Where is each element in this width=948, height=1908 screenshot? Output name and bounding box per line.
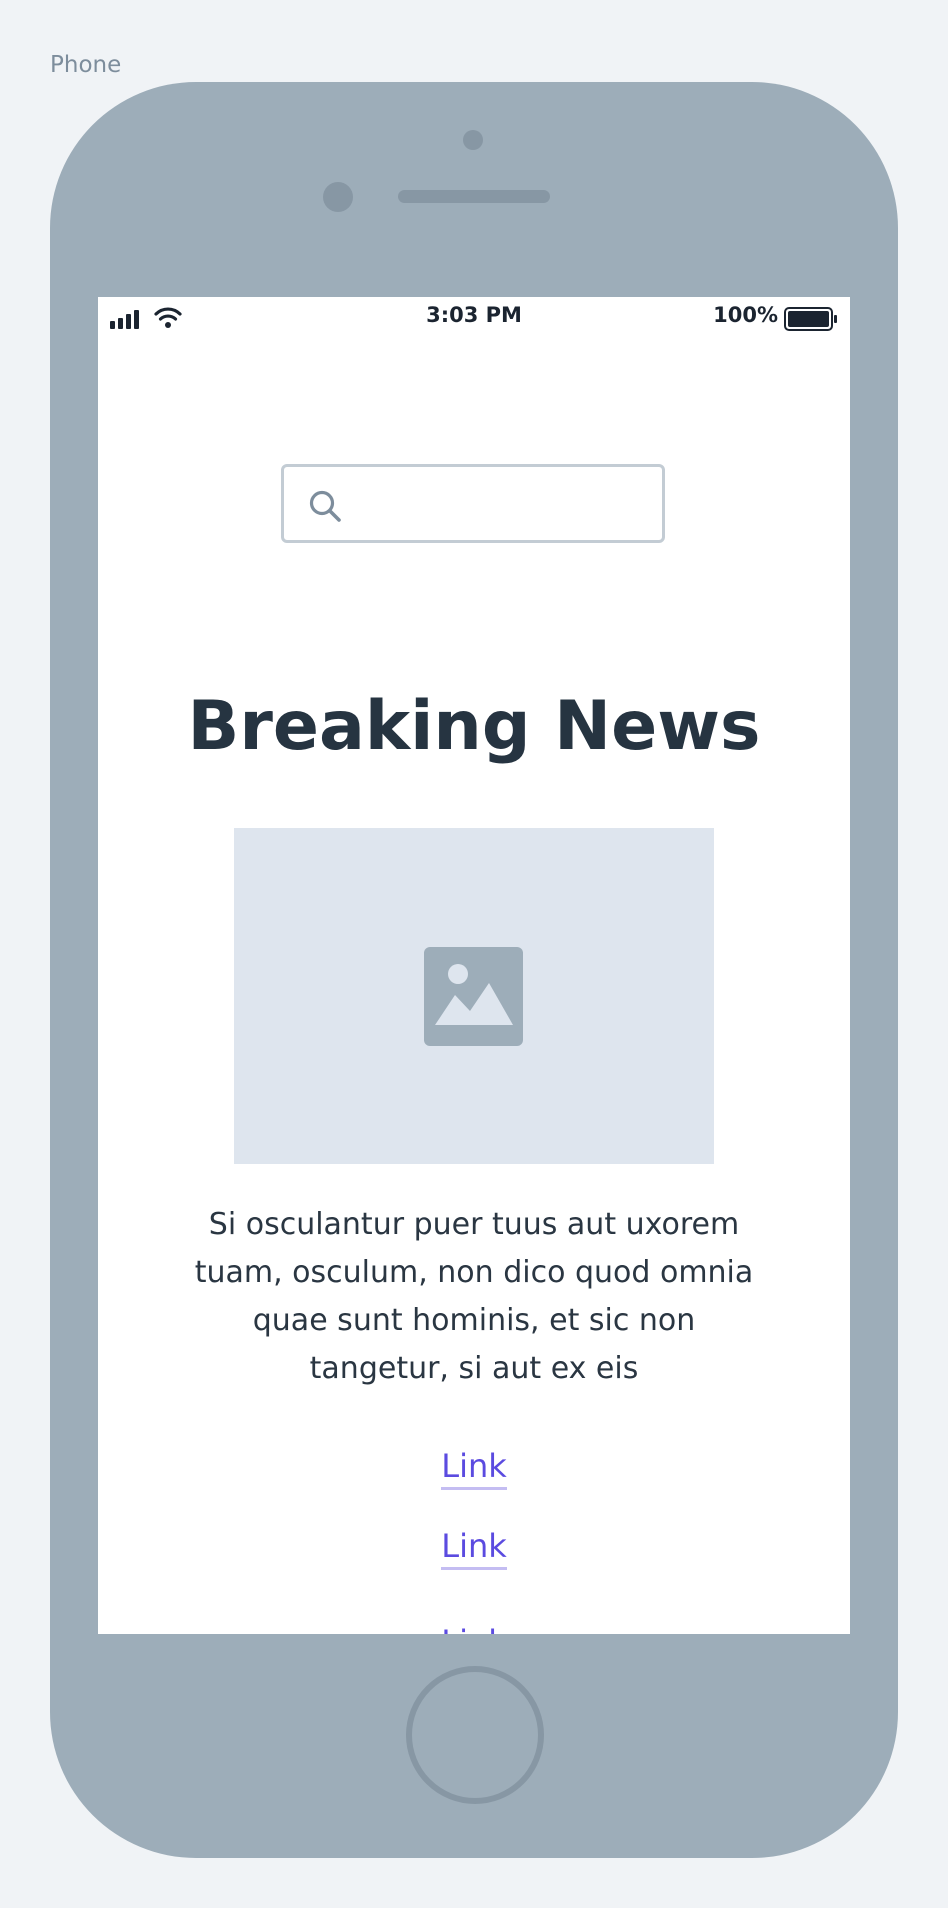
phone-device: 3:03 PM 100% Breaking News Si osculantur…: [50, 82, 898, 1858]
search-icon: [309, 490, 341, 522]
image-icon: [424, 947, 523, 1046]
home-button[interactable]: [406, 1666, 544, 1804]
status-bar: 3:03 PM 100%: [98, 297, 850, 339]
link-3[interactable]: Link: [98, 1622, 850, 1634]
link-2[interactable]: Link: [98, 1526, 850, 1570]
phone-screen: 3:03 PM 100% Breaking News Si osculantur…: [98, 297, 850, 1634]
link-label: Link: [441, 1447, 507, 1490]
frame-label: Phone: [50, 52, 122, 78]
front-camera: [323, 182, 353, 212]
link-label: Link: [441, 1623, 507, 1634]
battery-icon: [784, 307, 837, 331]
sensor-dot: [463, 130, 483, 150]
link-label: Link: [441, 1527, 507, 1570]
page-title: Breaking News: [187, 687, 761, 766]
search-input[interactable]: [354, 475, 658, 533]
battery-percentage: 100%: [713, 303, 778, 327]
article-image: [234, 828, 714, 1164]
earpiece-speaker: [398, 190, 550, 203]
link-1[interactable]: Link: [98, 1446, 850, 1490]
article-body: Si osculantur puer tuus aut uxorem tuam,…: [194, 1207, 754, 1386]
search-box[interactable]: [281, 464, 665, 543]
